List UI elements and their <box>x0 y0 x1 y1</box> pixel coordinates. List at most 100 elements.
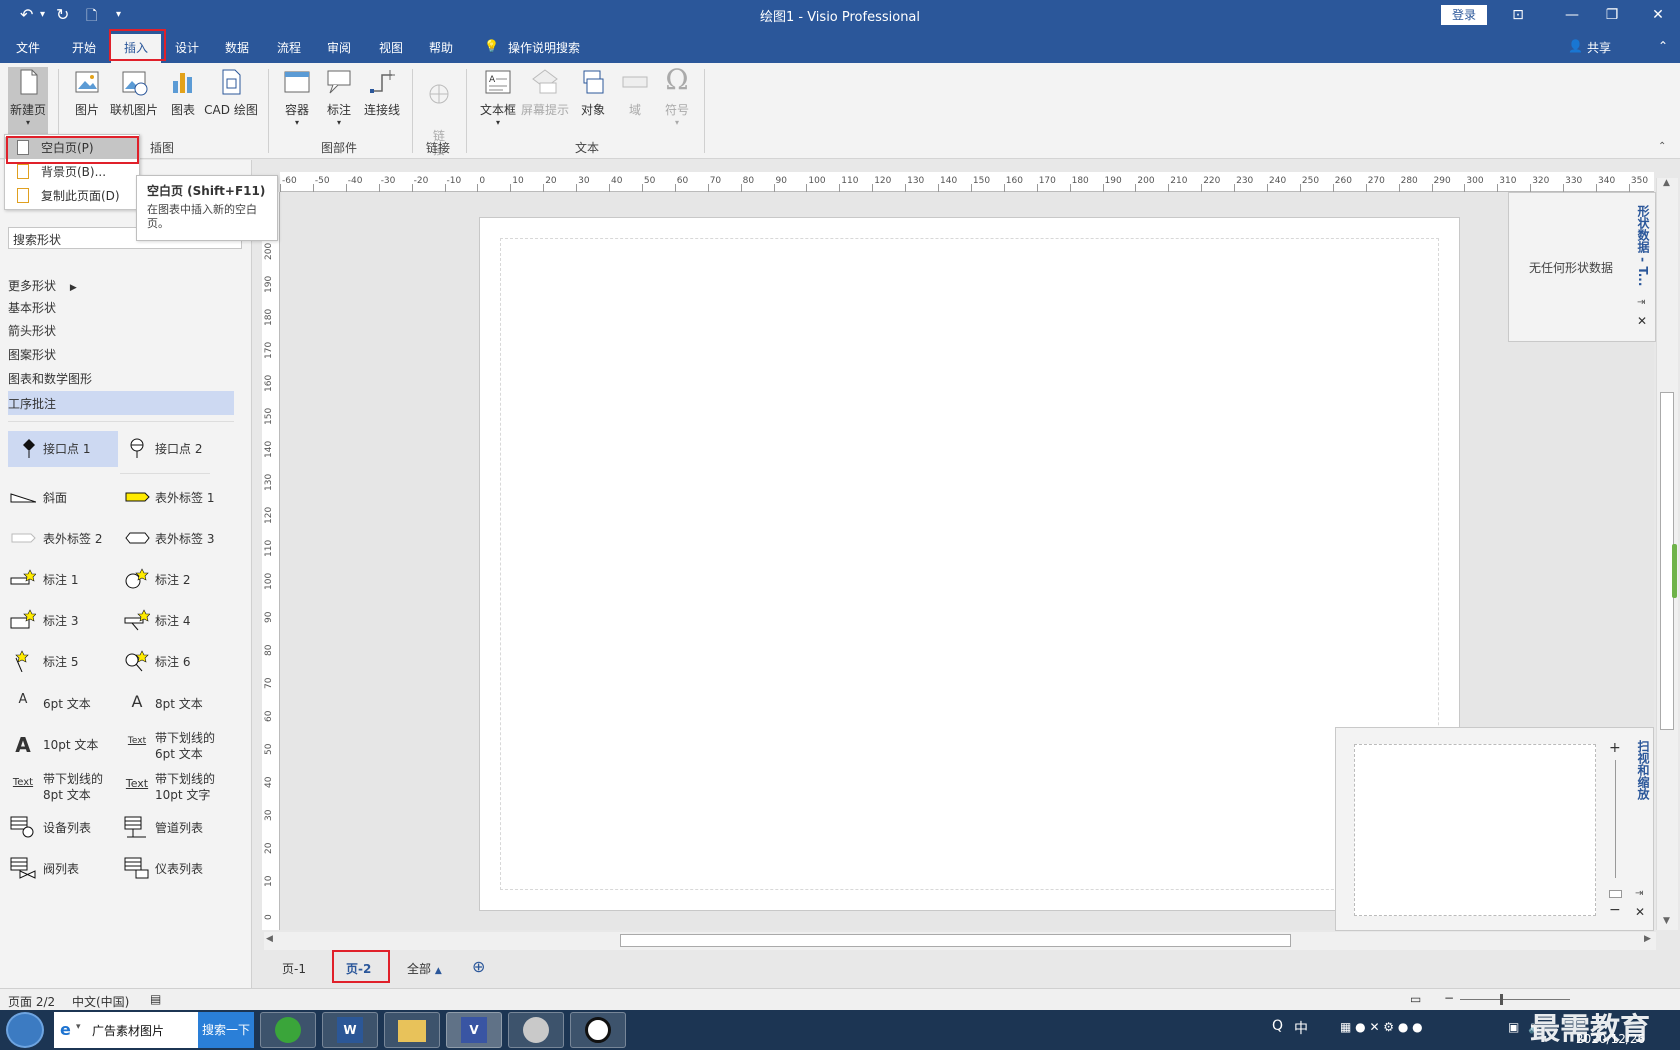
collapse-ribbon-icon[interactable]: ⌃ <box>1658 141 1666 152</box>
stencil-pattern-shapes[interactable]: 图案形状 <box>8 346 56 363</box>
stencil-basic-shapes[interactable]: 基本形状 <box>8 299 56 316</box>
stencil-arrow-shapes[interactable]: 箭头形状 <box>8 322 56 339</box>
page-tab-1[interactable]: 页-1 <box>282 960 306 977</box>
restore-button[interactable]: ❐ <box>1597 4 1627 26</box>
zoom-in-icon[interactable]: + <box>1609 740 1621 756</box>
tab-design[interactable]: 设计 <box>175 39 199 56</box>
pin-icon[interactable]: ⇥ <box>1635 888 1643 899</box>
pan-zoom-preview[interactable] <box>1354 744 1596 916</box>
scroll-left-icon[interactable]: ◀ <box>266 934 273 944</box>
shape-item[interactable]: 设备列表 <box>10 816 120 842</box>
shape-item[interactable]: A 6pt 文本 <box>10 692 120 716</box>
tab-view[interactable]: 视图 <box>379 39 403 56</box>
horizontal-scroll-thumb[interactable] <box>620 934 1291 947</box>
shape-item[interactable]: 标注 3 <box>10 609 120 633</box>
textbox-button[interactable]: A 文本框 ▾ <box>478 67 518 127</box>
tab-data[interactable]: 数据 <box>225 39 249 56</box>
qq-tray-icon[interactable]: Q <box>1272 1018 1283 1034</box>
shape-item[interactable]: 标注 5 <box>10 650 120 674</box>
symbol-button[interactable]: Ω 符号 ▾ <box>660 63 694 127</box>
shape-item[interactable]: A 10pt 文本 <box>10 733 120 757</box>
scroll-up-icon[interactable]: ▲ <box>1663 178 1670 188</box>
stencil-process-annotations[interactable]: 工序批注 <box>8 391 234 415</box>
zoom-out-status-icon[interactable]: − <box>1444 991 1454 1005</box>
vertical-scrollbar[interactable]: ▲ ▼ <box>1656 178 1678 930</box>
shape-item[interactable]: 管道列表 <box>124 816 234 842</box>
zoom-thumb[interactable] <box>1500 994 1503 1005</box>
shape-item[interactable]: Text 带下划线的 8pt 文本 <box>10 771 120 807</box>
shape-item[interactable]: Text 带下划线的 10pt 文字 <box>124 771 234 807</box>
shape-item[interactable]: 标注 1 <box>10 568 120 592</box>
duplicate-page-menu-item[interactable]: 复制此页面(D) <box>5 185 139 207</box>
chart-button[interactable]: 图表 <box>168 67 198 118</box>
login-button[interactable]: 登录 <box>1441 5 1487 25</box>
pin-icon[interactable]: ⇥ <box>1637 297 1645 308</box>
tab-home[interactable]: 开始 <box>72 39 96 56</box>
ribbon-display-icon[interactable]: ⊡ <box>1503 4 1533 26</box>
ime-indicator[interactable]: 中 <box>1294 1018 1308 1038</box>
shape-item[interactable]: 表外标签 1 <box>124 486 234 510</box>
minimize-button[interactable]: — <box>1557 4 1587 26</box>
zoom-slider-thumb[interactable] <box>1609 890 1622 898</box>
tab-review[interactable]: 审阅 <box>327 39 351 56</box>
background-page-menu-item[interactable]: 背景页(B)... <box>5 161 139 183</box>
drawing-page[interactable] <box>479 217 1460 911</box>
online-picture-button[interactable]: 联机图片 <box>106 67 162 118</box>
scroll-down-icon[interactable]: ▼ <box>1663 916 1670 926</box>
start-button[interactable] <box>6 1012 44 1048</box>
shape-item[interactable]: 标注 4 <box>124 609 234 633</box>
tray-icons[interactable]: ▦ ● ✕ ⚙ ● ● <box>1340 1020 1423 1034</box>
share-button[interactable]: 共享 <box>1587 39 1611 56</box>
taskbar-app-snipping[interactable] <box>508 1012 564 1048</box>
close-icon[interactable]: ✕ <box>1635 905 1645 919</box>
shape-item[interactable]: 标注 6 <box>124 650 234 674</box>
new-page-button[interactable]: 新建页 ▾ <box>8 67 48 135</box>
shape-item[interactable]: 表外标签 2 <box>10 527 120 551</box>
more-shapes-link[interactable]: 更多形状 ▶ <box>8 277 77 294</box>
search-button[interactable]: 搜索一下 <box>198 1012 254 1048</box>
screentip-button[interactable]: 屏幕提示 <box>520 67 570 118</box>
callout-button[interactable]: 标注 ▾ <box>322 67 356 127</box>
taskbar-app-qq[interactable] <box>570 1012 626 1048</box>
shape-item[interactable]: 接口点 2 <box>125 431 235 467</box>
connector-button[interactable]: 连接线 <box>362 67 402 118</box>
zoom-out-icon[interactable]: − <box>1609 902 1621 918</box>
taskbar-app-word[interactable]: W <box>322 1012 378 1048</box>
field-button[interactable]: 域 <box>618 67 652 118</box>
tab-help[interactable]: 帮助 <box>429 39 453 56</box>
zoom-slider[interactable] <box>1460 999 1570 1000</box>
shape-item[interactable]: A 8pt 文本 <box>124 692 234 716</box>
macro-icon[interactable]: ▤ <box>150 992 161 1006</box>
taskbar-app-360[interactable] <box>260 1012 316 1048</box>
ruler-tick <box>839 184 841 192</box>
shape-item[interactable]: 表外标签 3 <box>124 527 234 551</box>
horizontal-scrollbar[interactable]: ◀ ▶ <box>264 932 1656 950</box>
container-button[interactable]: 容器 ▾ <box>280 67 314 127</box>
shape-item[interactable]: 仪表列表 <box>124 857 234 883</box>
taskbar-app-explorer[interactable] <box>384 1012 440 1048</box>
cad-drawing-button[interactable]: CAD 绘图 <box>202 67 260 118</box>
tab-process[interactable]: 流程 <box>277 39 301 56</box>
language-indicator[interactable]: 中文(中国) <box>72 993 129 1010</box>
shape-item[interactable]: 标注 2 <box>124 568 234 592</box>
scroll-right-icon[interactable]: ▶ <box>1644 934 1651 944</box>
taskbar-app-visio[interactable]: V <box>446 1012 502 1048</box>
background-page-label: 背景页(B)... <box>41 165 107 179</box>
shape-item[interactable]: 阀列表 <box>10 857 120 883</box>
network-icon[interactable]: ▣ <box>1508 1020 1519 1034</box>
object-button[interactable]: 对象 <box>576 67 610 118</box>
picture-button[interactable]: 图片 <box>70 67 104 118</box>
shape-item[interactable]: 接口点 1 <box>8 431 118 467</box>
tab-file[interactable]: 文件 <box>16 39 40 56</box>
stencil-chart-math-shapes[interactable]: 图表和数学图形 <box>8 370 92 387</box>
add-page-icon[interactable]: ⊕ <box>472 957 485 976</box>
page-indicator[interactable]: 页面 2/2 <box>8 993 55 1010</box>
tell-me-search[interactable]: 操作说明搜索 <box>508 39 580 56</box>
close-icon[interactable]: ✕ <box>1637 314 1647 328</box>
shape-item[interactable]: 斜面 <box>10 486 120 510</box>
presentation-icon[interactable]: ▭ <box>1410 992 1421 1006</box>
all-pages-tab[interactable]: 全部 ▲ <box>407 960 442 977</box>
expand-ribbon-icon[interactable]: ⌃ <box>1658 39 1668 53</box>
shape-item[interactable]: Text 带下划线的 6pt 文本 <box>124 730 234 766</box>
close-button[interactable]: ✕ <box>1643 4 1673 26</box>
